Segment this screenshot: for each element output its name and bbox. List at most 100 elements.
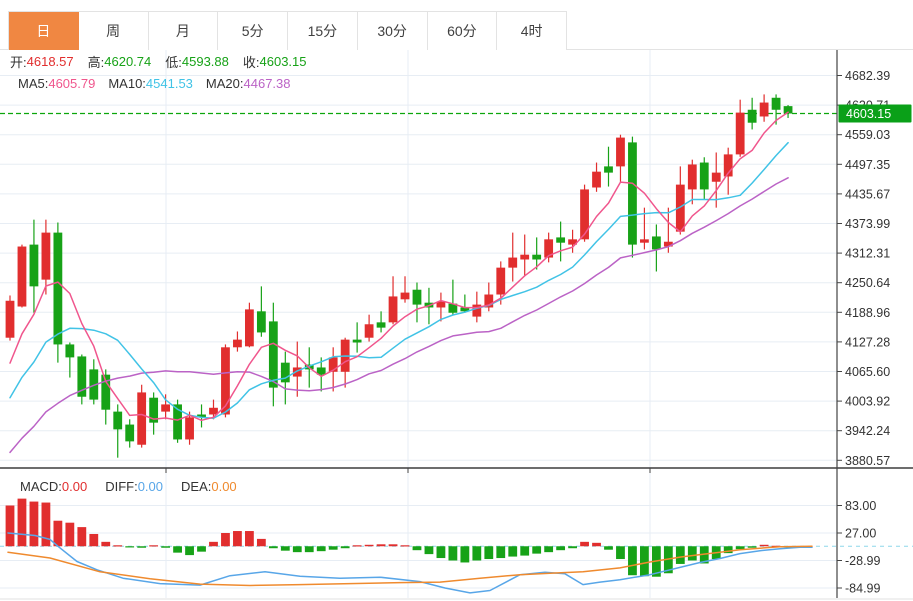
candle-body [400, 292, 410, 300]
macd-hist-bar [352, 545, 362, 547]
candle-body [352, 339, 362, 343]
price-tick-label: 4682.39 [845, 69, 890, 83]
candle-body [5, 300, 15, 338]
macd-hist-bar [520, 546, 530, 556]
candle-body [508, 257, 518, 268]
macd-tick-label: 27.00 [845, 527, 876, 541]
macd-hist-bar [245, 531, 254, 547]
macd-hist-bar [304, 546, 314, 553]
tab-week[interactable]: 周 [79, 12, 149, 50]
tab-month[interactable]: 月 [149, 12, 219, 50]
macd-tick-label: -28.99 [845, 554, 880, 568]
tab-4hour[interactable]: 4时 [497, 12, 567, 50]
price-tick-label: 4312.31 [845, 247, 890, 261]
macd-hist-bar [221, 533, 230, 547]
macd-hist-bar [113, 545, 123, 547]
ohlc-pair-1: 高: 4620.74 [88, 52, 152, 71]
macd-pair-0: MACD: 0.00 [20, 479, 87, 494]
price-tick-label: 4188.96 [845, 306, 890, 320]
price-tick-label: 4373.99 [845, 217, 890, 231]
macd-hist-bar [400, 545, 410, 547]
ohlc-pair-0: 开: 4618.57 [10, 52, 74, 71]
tab-5min[interactable]: 5分 [218, 12, 288, 50]
macd-hist-bar [233, 531, 242, 547]
candle-body [640, 239, 649, 243]
macd-hist-bar [364, 544, 374, 547]
ohlc-label-2: 低: [165, 54, 182, 70]
macd-label-1: DIFF: [105, 479, 138, 494]
candle-body [113, 411, 123, 430]
ohlc-value-1: 4620.74 [104, 53, 152, 69]
macd-hist-bar [532, 546, 542, 554]
macd-hist-bar [149, 545, 159, 547]
macd-hist-bar [77, 527, 87, 547]
macd-tick-label: 83.00 [845, 499, 876, 513]
macd-hist-bar [640, 546, 649, 577]
candle-body [376, 322, 386, 328]
macd-hist-bar [173, 546, 182, 553]
tab-15min[interactable]: 15分 [288, 12, 358, 50]
ma-value-0: 4605.79 [48, 75, 96, 91]
macd-hist-bar [460, 546, 470, 563]
candle-body [245, 309, 254, 347]
macd-pair-2: DEA: 0.00 [181, 479, 237, 494]
macd-hist-bar [340, 546, 350, 549]
candle-body [29, 244, 39, 287]
candle-body [268, 321, 278, 388]
ohlc-value-0: 4618.57 [26, 53, 74, 69]
macd-hist-bar [65, 522, 75, 547]
macd-value-1: 0.00 [137, 479, 164, 494]
macd-hist-bar [568, 546, 577, 549]
macd-hist-bar [580, 541, 589, 547]
candle-body [735, 112, 745, 155]
candle-body [747, 109, 757, 123]
ma-label-1: MA10: [108, 75, 146, 91]
candle-body [65, 344, 75, 358]
macd-hist-bar [185, 546, 194, 556]
diff-line [7, 532, 813, 594]
macd-hist-bar [53, 520, 63, 547]
ohlc-label-3: 收: [242, 54, 260, 70]
ma-value-2: 4467.38 [243, 75, 291, 91]
tab-30min[interactable]: 30分 [358, 12, 428, 50]
macd-pair-1: DIFF: 0.00 [105, 479, 163, 494]
candle-body [364, 324, 374, 338]
macd-value-2: 0.00 [211, 479, 237, 494]
candle-body [616, 137, 625, 167]
macd-hist-bar [89, 533, 99, 547]
price-tick-label: 4127.28 [845, 335, 890, 349]
ma5-line [9, 111, 789, 422]
macd-hist-bar [388, 544, 398, 547]
ohlc-value-3: 4603.15 [259, 53, 307, 69]
ma-pair-2: MA20: 4467.38 [206, 76, 291, 91]
tab-60min[interactable]: 60分 [428, 12, 498, 50]
macd-hist-bar [544, 546, 554, 553]
candle-body [53, 232, 63, 345]
candle-body [711, 172, 721, 182]
candle-body [759, 102, 769, 117]
ma-pair-0: MA5: 4605.79 [18, 76, 95, 91]
ohlc-pair-2: 低: 4593.88 [165, 52, 229, 71]
macd-hist-bar [197, 546, 206, 552]
candle-body [17, 246, 27, 307]
price-tick-label: 4435.67 [845, 187, 890, 201]
candle-body [256, 311, 266, 333]
candle-body [520, 254, 530, 260]
candle-body [771, 97, 781, 110]
candle-body [233, 339, 242, 348]
macd-hist-bar [496, 546, 506, 559]
candle-body [532, 254, 542, 260]
candle-body [628, 142, 637, 245]
macd-hist-bar [316, 546, 326, 552]
price-tick-label: 4559.03 [845, 128, 890, 142]
candle-body [41, 232, 51, 280]
ma-value-1: 4541.53 [145, 75, 193, 91]
macd-hist-bar [592, 542, 601, 547]
macd-hist-bar [424, 546, 434, 555]
macd-hist-bar [616, 546, 625, 560]
macd-hist-bar [101, 541, 111, 547]
candle-body [412, 289, 422, 305]
tab-day[interactable]: 日 [9, 12, 79, 50]
macd-hist-bar [5, 505, 15, 547]
macd-hist-bar [508, 546, 518, 557]
